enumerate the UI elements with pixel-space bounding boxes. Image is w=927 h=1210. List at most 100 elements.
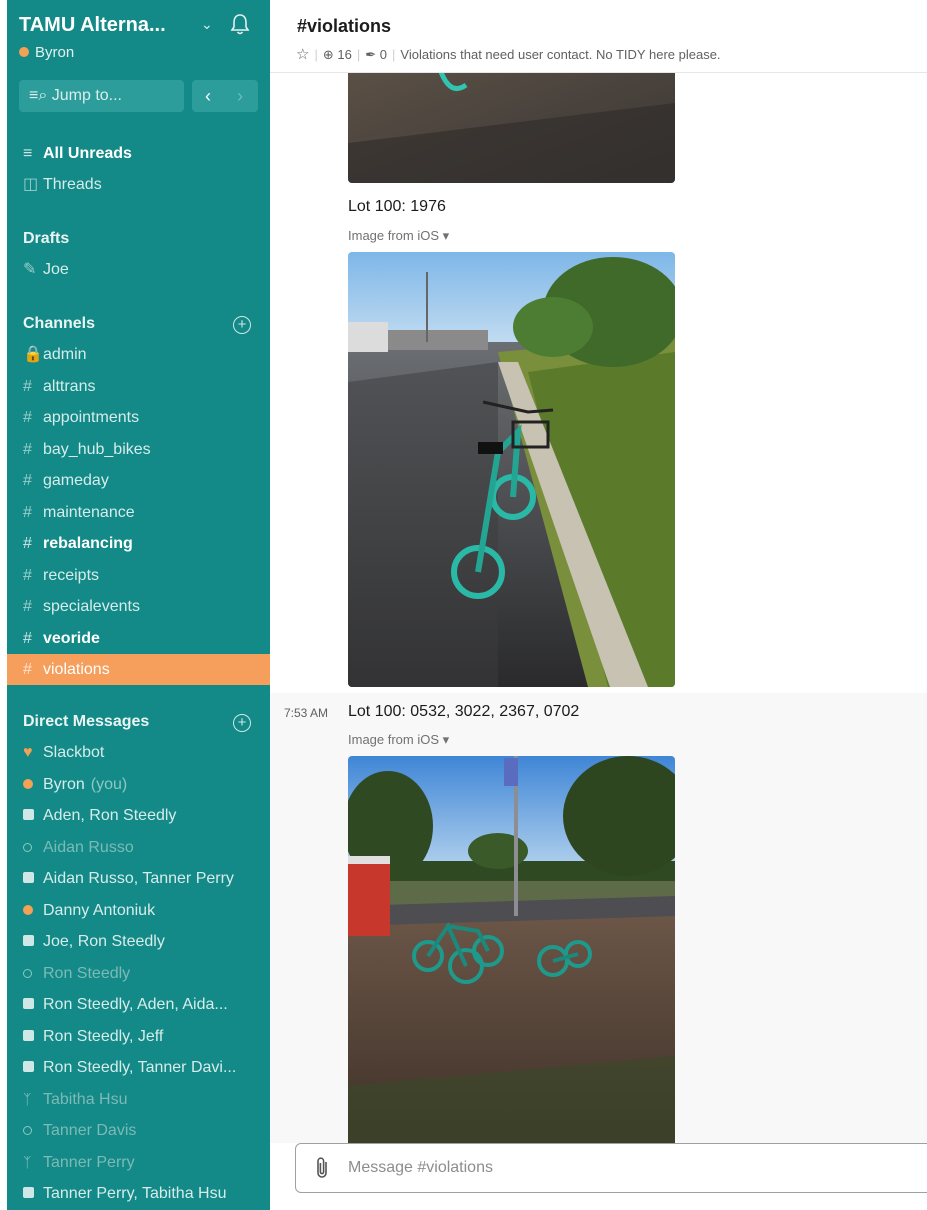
sidebar-item-label: appointments <box>43 409 140 426</box>
sidebar-item[interactable]: # bay_hub_bikes <box>7 434 270 465</box>
sidebar: TAMU Alterna... ⌄ Byron ≡⌕ Jump to... ‹ ›… <box>7 0 270 1210</box>
image-label[interactable]: Image from iOS ▾ <box>348 228 449 244</box>
message-timestamp[interactable]: 7:53 AM <box>284 706 328 720</box>
group-dm-icon <box>23 800 43 831</box>
group-dm-icon <box>23 863 43 894</box>
sidebar-item[interactable]: ≡ All Unreads <box>7 138 270 169</box>
sidebar-item[interactable]: Aden, Ron Steedly <box>7 800 270 831</box>
sidebar-item[interactable]: 🔒admin <box>7 339 270 370</box>
hash-icon: # <box>23 598 32 615</box>
team-name[interactable]: TAMU Alterna... <box>19 14 166 37</box>
sidebar-item[interactable]: Ron Steedly, Jeff <box>7 1021 270 1052</box>
sidebar-item[interactable]: # violations <box>7 654 270 685</box>
history-nav: ‹ › <box>192 80 258 112</box>
presence-away-icon <box>23 832 43 863</box>
image-label[interactable]: Image from iOS ▾ <box>348 732 449 748</box>
member-count[interactable]: 16 <box>337 47 351 62</box>
bell-icon[interactable] <box>229 12 251 36</box>
sidebar-item[interactable]: # rebalancing <box>7 528 270 559</box>
sidebar-item[interactable]: ◫ Threads <box>7 169 270 200</box>
sidebar-item-label: Aidan Russo, Tanner Perry <box>43 870 234 887</box>
add-circle-icon[interactable]: + <box>233 316 251 334</box>
presence-dot <box>19 47 29 57</box>
message-text: Lot 100: 1976 <box>348 198 446 215</box>
caret-down-icon[interactable]: ▾ <box>443 732 450 747</box>
sidebar-item[interactable]: ✎ Joe <box>7 254 270 285</box>
sidebar-item[interactable]: Ron Steedly, Aden, Aida... <box>7 989 270 1020</box>
forward-arrow-icon[interactable]: › <box>224 80 256 112</box>
sidebar-item[interactable]: # receipts <box>7 560 270 591</box>
image-attachment[interactable] <box>348 756 675 1143</box>
sidebar-item-label: bay_hub_bikes <box>43 441 151 458</box>
sidebar-item[interactable]: ᛉ Tabitha Hsu <box>7 1084 270 1115</box>
back-arrow-icon[interactable]: ‹ <box>192 80 224 112</box>
channel-header: #violations ☆ | ⊕ 16 | ✒ 0 | Violations that n… <box>270 0 927 73</box>
sidebar-item-label: Ron Steedly, Jeff <box>43 1028 164 1045</box>
sidebar-item[interactable]: Tanner Davis <box>7 1115 270 1146</box>
sidebar-item-label: Joe, Ron Steedly <box>43 933 165 950</box>
threads-icon: ◫ <box>23 176 39 193</box>
sidebar-item[interactable]: # veoride <box>7 623 270 654</box>
sidebar-item-label: Byron <box>43 776 85 793</box>
sidebar-item[interactable]: Aidan Russo, Tanner Perry <box>7 863 270 894</box>
message-pane: Lot 100: 1976 Image from iOS ▾ 7:53 AM L… <box>270 73 927 1143</box>
jump-to-button[interactable]: ≡⌕ Jump to... <box>19 80 184 112</box>
sidebar-item-label: Aden, Ron Steedly <box>43 807 177 824</box>
sidebar-item-label: All Unreads <box>43 145 132 162</box>
sidebar-item[interactable]: # maintenance <box>7 497 270 528</box>
group-dm-icon <box>23 926 43 957</box>
sidebar-item-label: admin <box>43 346 87 363</box>
group-dm-icon <box>23 1052 43 1083</box>
guest-icon: ᛉ <box>23 1154 32 1170</box>
sidebar-item[interactable]: Aidan Russo <box>7 832 270 863</box>
sidebar-section-header[interactable]: Direct Messages <box>23 713 149 731</box>
presence-online-icon <box>23 769 43 800</box>
star-icon[interactable]: ☆ <box>296 46 309 63</box>
members-icon[interactable]: ⊕ <box>323 47 334 62</box>
presence-online-icon <box>23 895 43 926</box>
message-composer[interactable]: Message #violations <box>295 1143 927 1193</box>
current-user[interactable]: Byron <box>19 44 74 61</box>
sidebar-item[interactable]: Danny Antoniuk <box>7 895 270 926</box>
pin-count[interactable]: 0 <box>380 47 387 62</box>
sidebar-item-label: veoride <box>43 630 100 647</box>
sidebar-item[interactable]: Ron Steedly, Tanner Davi... <box>7 1052 270 1083</box>
sidebar-item[interactable]: ᛉ Tanner Perry <box>7 1147 270 1178</box>
caret-down-icon[interactable]: ▾ <box>443 228 450 243</box>
sidebar-item[interactable]: # alttrans <box>7 371 270 402</box>
image-attachment[interactable] <box>348 252 675 687</box>
sidebar-item[interactable]: # gameday <box>7 465 270 496</box>
sidebar-item[interactable]: ♥ Slackbot <box>7 737 270 768</box>
image-attachment[interactable] <box>348 73 675 183</box>
hash-icon: # <box>23 378 32 395</box>
group-dm-icon <box>23 989 43 1020</box>
sidebar-item-label: Tabitha Hsu <box>43 1091 128 1108</box>
guest-icon: ᛉ <box>23 1091 32 1107</box>
jump-to-label: Jump to... <box>51 87 122 104</box>
sidebar-item-label: Tanner Perry <box>43 1154 135 1171</box>
add-circle-icon[interactable]: + <box>233 714 251 732</box>
sidebar-section-header[interactable]: Channels <box>23 315 95 333</box>
sidebar-item-label: receipts <box>43 567 100 584</box>
chevron-down-icon[interactable]: ⌄ <box>201 16 213 33</box>
pin-icon[interactable]: ✒ <box>365 47 376 62</box>
sidebar-section-header[interactable]: Drafts <box>23 230 69 248</box>
channel-topic[interactable]: Violations that need user contact. No TI… <box>400 47 720 62</box>
hash-icon: # <box>23 630 32 647</box>
channel-title[interactable]: #violations <box>297 16 391 37</box>
sidebar-item[interactable]: # specialevents <box>7 591 270 622</box>
sidebar-item[interactable]: Tanner Perry, Tabitha Hsu <box>7 1178 270 1209</box>
sidebar-item[interactable]: # appointments <box>7 402 270 433</box>
lock-icon: 🔒 <box>23 346 43 363</box>
channel-meta: ☆ | ⊕ 16 | ✒ 0 | Violations that need user con… <box>296 46 721 63</box>
paperclip-icon[interactable] <box>314 1156 332 1180</box>
sidebar-item-label: gameday <box>43 472 109 489</box>
search-icon: ≡⌕ <box>29 87 52 104</box>
sidebar-item[interactable]: Joe, Ron Steedly <box>7 926 270 957</box>
message-input-placeholder[interactable]: Message #violations <box>348 1159 493 1177</box>
sidebar-item[interactable]: Byron (you) <box>7 769 270 800</box>
sidebar-item[interactable]: Ron Steedly <box>7 958 270 989</box>
heart-icon: ♥ <box>23 744 33 761</box>
image-label-text: Image from iOS <box>348 732 440 747</box>
hash-icon: # <box>23 409 32 426</box>
